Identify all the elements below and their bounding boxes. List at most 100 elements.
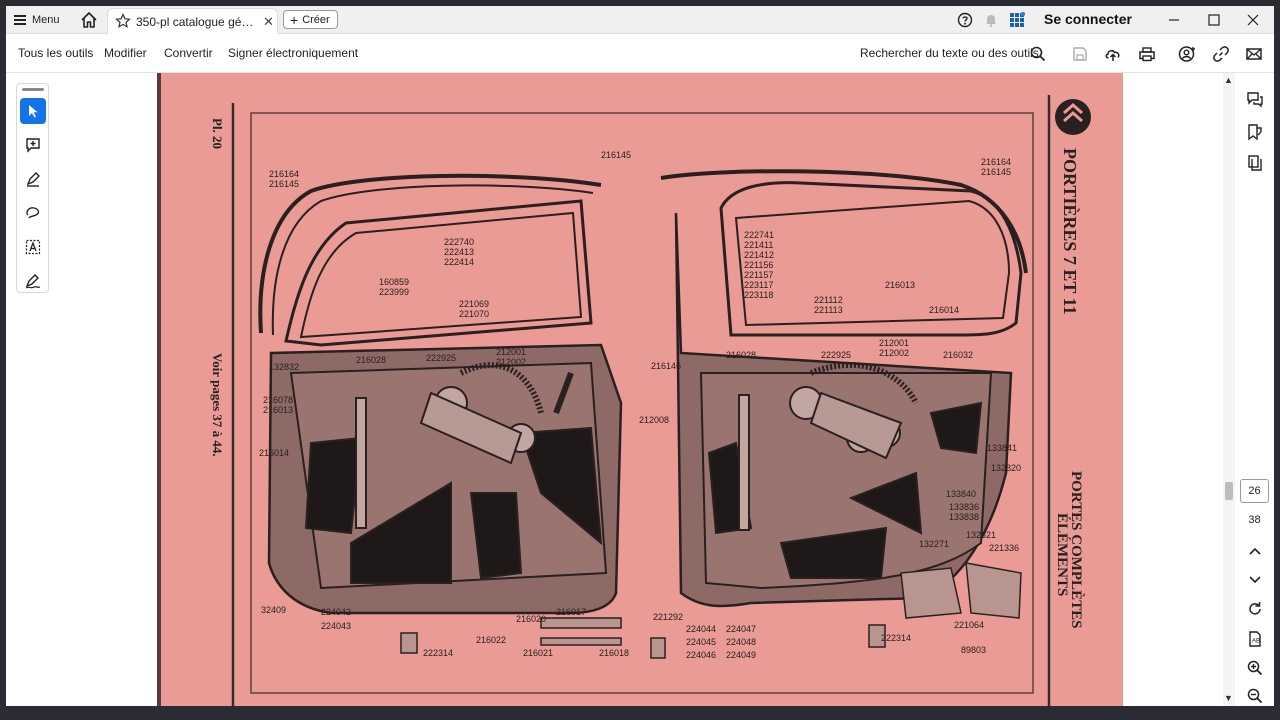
right-door-drawing: [660, 169, 1028, 608]
scroll-thumb[interactable]: [1225, 482, 1233, 500]
text-box-icon: [25, 239, 41, 255]
cursor-icon: [29, 105, 38, 118]
create-button[interactable]: + Créer: [283, 10, 338, 29]
vertical-scrollbar[interactable]: ▲ ▼: [1223, 73, 1235, 706]
part-number-label: 221113: [814, 305, 843, 315]
panel-grip[interactable]: [22, 88, 44, 91]
bell-icon[interactable]: [983, 12, 999, 28]
minimize-icon[interactable]: [1164, 10, 1184, 30]
part-number-label: 221112: [814, 295, 843, 305]
signature-pen-icon: [25, 274, 41, 289]
svg-text:AB: AB: [1252, 639, 1260, 645]
title-bar: Menu 350-pl catalogue géné... ✕ + Créer: [6, 6, 1274, 34]
close-window-icon[interactable]: [1243, 10, 1263, 30]
add-comment-tool[interactable]: [20, 132, 46, 158]
help-icon[interactable]: [957, 12, 973, 28]
scroll-up-icon[interactable]: ▲: [1224, 75, 1233, 85]
total-pages: 38: [1248, 514, 1261, 526]
part-number-label: 216013: [885, 280, 915, 290]
quick-tools-panel: [16, 83, 49, 293]
zoom-out-icon[interactable]: [1245, 686, 1265, 706]
part-number-label: 216018: [599, 648, 629, 658]
previous-page-icon[interactable]: [1245, 541, 1265, 561]
edit-menu[interactable]: Modifier: [104, 46, 147, 60]
part-number-label: 221070: [459, 309, 489, 319]
part-number-label: 221156: [744, 260, 773, 270]
part-number-label: 216020: [516, 614, 546, 624]
all-tools-menu[interactable]: Tous les outils: [18, 46, 93, 60]
next-page-icon[interactable]: [1245, 569, 1265, 589]
plate-subtitle-2: ÉLÉMENTS: [1054, 513, 1071, 596]
mail-icon[interactable]: [1244, 44, 1264, 64]
text-box-tool[interactable]: [20, 234, 46, 260]
select-tool[interactable]: [20, 98, 46, 124]
apps-grid-icon[interactable]: [1009, 12, 1025, 28]
search-icon[interactable]: [1028, 44, 1048, 64]
part-number-label: 216017: [556, 607, 586, 617]
star-icon[interactable]: [115, 13, 131, 29]
part-number-label: 222740: [444, 237, 474, 247]
home-icon[interactable]: [79, 10, 99, 30]
rotate-icon[interactable]: [1245, 599, 1265, 619]
search-tools-label[interactable]: Rechercher du texte ou des outils: [860, 46, 1039, 60]
create-label: Créer: [302, 13, 330, 26]
share-user-icon[interactable]: [1177, 44, 1197, 64]
part-number-label: 132621: [966, 530, 996, 540]
part-number-label: 216028: [726, 350, 756, 360]
sign-tool[interactable]: [20, 268, 46, 294]
print-icon[interactable]: [1137, 44, 1157, 64]
document-tab[interactable]: 350-pl catalogue géné... ✕: [107, 8, 278, 34]
part-number-label: 223117: [744, 280, 773, 290]
part-number-label: 216164: [981, 157, 1011, 167]
menu-button[interactable]: Menu: [14, 10, 60, 30]
part-number-label: 222413: [444, 247, 474, 257]
part-number-label: 32409: [261, 605, 286, 615]
part-number-label: 212001: [496, 347, 526, 357]
part-number-label: 216028: [356, 355, 386, 365]
part-number-label: 221336: [989, 543, 1019, 553]
plate-title: PORTIÈRES 7 ET 11: [1060, 148, 1081, 315]
page-display-icon[interactable]: AB: [1245, 629, 1265, 649]
maximize-icon[interactable]: [1204, 10, 1224, 30]
part-number-label: 222314: [881, 633, 911, 643]
current-page-input[interactable]: 26: [1240, 479, 1269, 503]
part-number-label: 221069: [459, 299, 489, 309]
part-number-label: 222414: [444, 257, 474, 267]
part-number-label: 216145: [601, 150, 631, 160]
plate-number: Pl. 20: [210, 118, 225, 149]
part-number-label: 133841: [987, 443, 1017, 453]
bookmark-icon[interactable]: [1245, 122, 1265, 142]
convert-menu[interactable]: Convertir: [164, 46, 213, 60]
pdf-page: PORTIÈRES 7 ET 11 PORTES COMPLÈTES ÉLÉME…: [157, 73, 1123, 706]
pages-icon[interactable]: [1245, 153, 1265, 173]
tab-close-icon[interactable]: ✕: [263, 14, 274, 30]
scroll-down-icon[interactable]: ▼: [1224, 693, 1233, 703]
save-icon[interactable]: [1070, 44, 1090, 64]
part-number-label: 216145: [981, 167, 1011, 177]
part-number-label: 212008: [639, 415, 669, 425]
part-number-label: 223118: [744, 290, 773, 300]
part-number-label: 216022: [476, 635, 506, 645]
part-number-label: 216032: [943, 350, 973, 360]
comments-icon[interactable]: [1245, 90, 1265, 110]
document-viewport[interactable]: PORTIÈRES 7 ET 11 PORTES COMPLÈTES ÉLÉME…: [6, 73, 1223, 706]
part-number-label: 133836: [949, 502, 979, 512]
part-number-label: 222314: [423, 648, 453, 658]
cloud-upload-icon[interactable]: [1103, 44, 1123, 64]
sign-menu[interactable]: Signer électroniquement: [228, 46, 358, 60]
part-number-label: 132271: [919, 539, 949, 549]
zoom-in-icon[interactable]: [1245, 658, 1265, 678]
part-number-label: 132820: [991, 463, 1021, 473]
part-number-label: 224048: [726, 637, 756, 647]
draw-tool[interactable]: [20, 200, 46, 226]
highlight-tool[interactable]: [20, 166, 46, 192]
link-icon[interactable]: [1211, 44, 1231, 64]
part-number-label: 221412: [744, 250, 774, 260]
part-number-label: 212001: [879, 338, 909, 348]
sign-in-button[interactable]: Se connecter: [1044, 11, 1132, 27]
part-number-label: 216078: [263, 395, 293, 405]
part-number-label: 133840: [946, 489, 976, 499]
pen-icon: [26, 172, 40, 187]
citroen-logo: [1055, 99, 1091, 135]
part-number-label: 132832: [269, 362, 299, 372]
